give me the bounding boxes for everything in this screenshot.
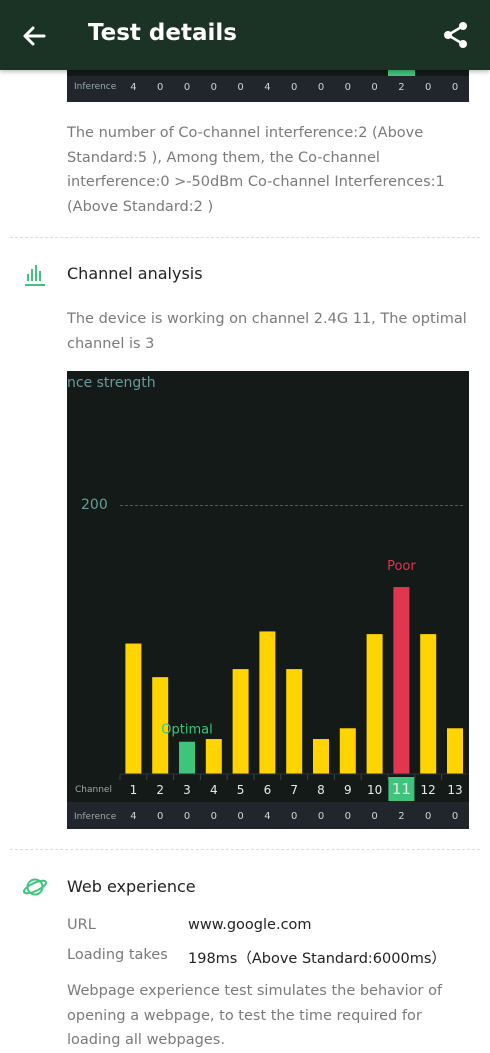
url-label: URL (67, 917, 96, 933)
bar-channel-12 (420, 634, 437, 774)
app-bar: Test details (0, 0, 490, 70)
bar-channel-10 (366, 634, 383, 774)
inference-value: 0 (452, 811, 458, 822)
channel-analysis-description: The device is working on channel 2.4G 11… (67, 311, 467, 352)
share-icon[interactable] (440, 19, 472, 51)
inference-row-label: Inference (74, 812, 117, 822)
channel-analysis-title: Channel analysis (67, 264, 203, 283)
x-tick-label: 4 (210, 783, 218, 797)
x-tick-label: 5 (237, 783, 245, 797)
inference-value: 0 (157, 811, 163, 822)
optimal-annotation: Optimal (161, 723, 212, 738)
poor-annotation: Poor (387, 559, 416, 574)
inference-value: 0 (211, 811, 217, 822)
x-tick-label: 9 (344, 783, 352, 797)
bar-channel-4 (205, 739, 222, 774)
x-tick-label: 7 (290, 783, 298, 797)
inference-value: 0 (210, 82, 217, 93)
bar-channel-5 (232, 669, 249, 774)
inference-value: 0 (451, 82, 459, 93)
url-value: www.google.com (188, 917, 312, 933)
inference-value: 0 (291, 82, 298, 93)
x-tick-label: 13 (447, 783, 462, 797)
inference-value: 0 (237, 82, 244, 93)
inference-value: 0 (345, 811, 351, 822)
inference-value: 0 (291, 811, 297, 822)
inference-value: 4 (130, 82, 137, 93)
bar-channel-1 (125, 643, 142, 774)
section-divider (10, 849, 480, 850)
inference-value: 0 (371, 82, 378, 93)
inference-value: 4 (264, 811, 270, 822)
web-experience-title: Web experience (67, 877, 196, 896)
x-tick-label: 2 (156, 783, 164, 797)
page-title: Test details (88, 20, 237, 46)
inference-value: 0 (371, 811, 377, 822)
bar-channel-7 (286, 669, 303, 774)
inference-value: 0 (425, 811, 431, 822)
arrow-left-icon[interactable] (18, 20, 50, 52)
section-divider (10, 237, 480, 238)
x-tick-label: 8 (317, 783, 325, 797)
inference-value: 2 (398, 811, 404, 822)
interference-summary: The number of Co-channel interference:2 … (67, 125, 445, 215)
bar-channel-13 (447, 728, 463, 774)
inference-value: 0 (237, 811, 243, 822)
planet-icon (22, 878, 48, 896)
inference-value: 2 (398, 82, 405, 93)
x-tick-label: 3 (183, 783, 191, 797)
inference-value: 0 (317, 82, 325, 93)
chart-plot: Channel Inference 1 4 2 0 3 0 4 0 5 0 6 4 7 0 8 0 9 0 10 0 11 2… (67, 559, 469, 829)
bar-channel-9 (339, 728, 356, 774)
inference-row: Inference 4 0 0 0 0 4 0 0 0 0 2 0 0 (67, 76, 469, 102)
channel-row-label: Channel (75, 785, 112, 795)
inference-value: 0 (425, 82, 432, 93)
inference-row-label: Inference (74, 82, 117, 92)
inference-value: 0 (318, 811, 324, 822)
inference-value: 4 (130, 811, 136, 822)
x-tick-label: 6 (264, 783, 272, 797)
loading-value: 198ms（Above Standard:6000ms） (188, 951, 446, 967)
inference-value: 4 (264, 82, 271, 93)
web-experience-description: Webpage experience test simulates the be… (67, 983, 443, 1048)
bar-chart-icon (25, 265, 45, 286)
x-tick-label: 12 (421, 783, 436, 797)
bar-channel-11 (393, 587, 410, 774)
bar-channel-6 (259, 631, 276, 774)
channel-strength-chart: nce strength 200 Channel Inference 1 4 2 0 3 0 4… (67, 371, 469, 829)
inference-value: 0 (157, 82, 164, 93)
inference-value: 0 (184, 811, 190, 822)
loading-label: Loading takes (67, 947, 168, 963)
x-tick-label: 11 (392, 780, 411, 798)
inference-value: 0 (344, 82, 351, 93)
x-tick-label: 1 (130, 783, 138, 797)
bar-channel-8 (313, 739, 329, 774)
x-tick-label: 10 (367, 783, 382, 797)
bar-channel-3 (179, 741, 195, 774)
inference-value: 0 (183, 82, 191, 93)
